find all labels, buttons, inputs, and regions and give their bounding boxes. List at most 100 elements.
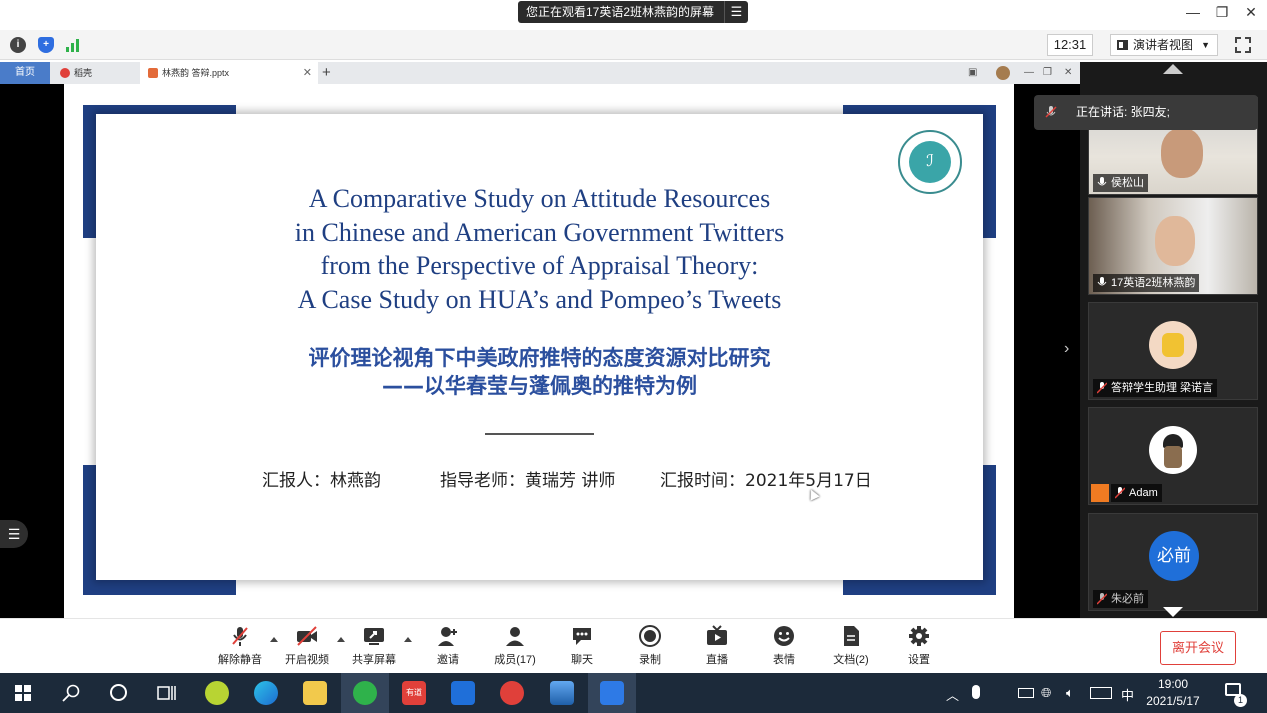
tencent-meeting-icon[interactable] [600, 681, 624, 705]
edge-icon[interactable] [254, 681, 278, 705]
unmute-button[interactable]: 解除静音 [210, 625, 270, 667]
participant-tile[interactable]: 17英语2班林燕韵 [1088, 197, 1258, 295]
pptx-icon [148, 68, 158, 78]
mic-muted-icon [1045, 106, 1057, 118]
notification-badge: 1 [1234, 694, 1247, 707]
fullscreen-icon[interactable] [1235, 37, 1251, 53]
record-button[interactable]: 录制 [620, 625, 680, 667]
mic-icon [1097, 277, 1107, 286]
slide-title-en: A Comparative Study on Attitude Resource… [96, 182, 983, 316]
volume-icon[interactable]: 🔈︎ [1066, 685, 1074, 701]
search-icon[interactable] [62, 684, 80, 707]
live-button[interactable]: 直播 [687, 625, 747, 667]
scroll-down-icon[interactable] [1163, 607, 1183, 617]
restore-icon[interactable]: ❐ [1212, 4, 1232, 21]
document-icon [844, 626, 859, 646]
emoji-icon [774, 626, 794, 646]
speaking-text: 正在讲话: 张四友; [1076, 105, 1171, 119]
toolbar-toggle-icon[interactable]: ☰ [0, 520, 28, 548]
invite-button[interactable]: 邀请 [418, 625, 478, 667]
emoji-button[interactable]: 表情 [754, 625, 814, 667]
minimize-icon[interactable]: — [1183, 4, 1203, 20]
screen: 您正在观看17英语2班林燕韵的屏幕 ☰ — ❐ ✕ i + 12:31 演讲者视… [0, 0, 1267, 713]
info-icon[interactable]: i [10, 37, 26, 53]
slide: ℐ A Comparative Study on Attitude Resour… [96, 114, 983, 580]
user-avatar-icon[interactable] [996, 66, 1010, 80]
youdao-icon[interactable]: 有道 [402, 681, 426, 705]
task-view-icon[interactable] [157, 684, 177, 707]
slide-reporter: 汇报人：林燕韵 [262, 471, 381, 491]
title-en-line: from the Perspective of Appraisal Theory… [320, 251, 759, 280]
wps-icon[interactable] [451, 681, 475, 705]
documents-button[interactable]: 文档(2) [821, 625, 881, 667]
title-cn-line: ——以华春莹与蓬佩奥的推特为例 [382, 374, 697, 398]
browser-app-icon[interactable] [205, 681, 229, 705]
share-options-caret[interactable] [404, 637, 412, 642]
tab-docer[interactable]: 稻壳 [52, 62, 140, 84]
scroll-up-icon[interactable] [1163, 64, 1183, 74]
hamburger-icon[interactable]: ☰ [724, 1, 748, 23]
participant-tile[interactable]: Adam [1088, 407, 1258, 505]
battery-icon[interactable] [1018, 688, 1034, 698]
participant-tile[interactable]: 必前 朱必前 [1088, 513, 1258, 611]
members-button[interactable]: 成员(17) [485, 625, 545, 667]
window-mode-icon[interactable]: ▣ [968, 62, 977, 84]
seal-emblem-icon: ℐ [926, 151, 934, 170]
camera-off-icon [297, 626, 317, 646]
title-en-line: A Case Study on HUA’s and Pompeo’s Tweet… [297, 284, 782, 314]
mic-icon[interactable] [972, 685, 980, 699]
ime-indicator[interactable]: 中 [1121, 685, 1134, 704]
windows-start-icon[interactable] [15, 685, 31, 706]
mic-muted-icon [1097, 593, 1107, 605]
chevron-right-icon[interactable]: › [1064, 340, 1069, 358]
start-video-button[interactable]: 开启视频 [277, 625, 337, 667]
close-icon[interactable]: ✕ [1241, 4, 1261, 21]
participant-name: 答辩学生助理 梁诺言 [1093, 379, 1218, 397]
taskbar: 有道 ︿ 🌐︎ 🔈︎ 中 19:00 2021/5/17 1 [0, 673, 1267, 713]
view-layout-icon [1117, 40, 1128, 50]
participant-avatar [1149, 426, 1197, 474]
meeting-clock: 12:31 [1047, 34, 1093, 56]
taskbar-date: 2021/5/17 [1146, 694, 1200, 708]
keyboard-icon[interactable] [1090, 687, 1112, 699]
speaking-indicator: 正在讲话: 张四友; [1034, 95, 1258, 130]
minimize-icon[interactable]: — [1024, 62, 1034, 84]
title-en-line: A Comparative Study on Attitude Resource… [308, 184, 771, 213]
slide-title-cn: 评价理论视角下中美政府推特的态度资源对比研究 ——以华春莹与蓬佩奥的推特为例 [96, 344, 983, 400]
tray-expand-icon[interactable]: ︿ [946, 685, 959, 704]
meeting-toolbar: i + 12:31 演讲者视图 ▼ [0, 30, 1267, 60]
live-icon [707, 625, 727, 645]
participant-name: 朱必前 [1093, 590, 1148, 608]
participant-avatar [1149, 321, 1197, 369]
settings-icon [909, 626, 929, 646]
share-screen-icon [364, 628, 384, 645]
share-screen-button[interactable]: 共享屏幕 [344, 625, 404, 667]
tab-pptx-label: 林燕韵 答辩.pptx [162, 68, 230, 78]
tab-home[interactable]: 首页 [0, 62, 50, 84]
file-explorer-icon[interactable] [303, 681, 327, 705]
wechat-icon[interactable] [353, 681, 377, 705]
chat-button[interactable]: 聊天 [552, 625, 612, 667]
tab-pptx[interactable]: 林燕韵 答辩.pptx ✕ [140, 62, 318, 84]
leave-meeting-button[interactable]: 离开会议 [1160, 631, 1236, 665]
mic-muted-icon [1115, 487, 1125, 499]
participant-initials: 必前 [1149, 531, 1199, 581]
cortana-icon[interactable] [110, 684, 127, 701]
watching-banner-text: 您正在观看17英语2班林燕韵的屏幕 [526, 5, 715, 19]
participant-name: 侯松山 [1093, 174, 1148, 192]
close-tab-icon[interactable]: ✕ [303, 62, 312, 84]
restore-icon[interactable]: ❐ [1043, 62, 1052, 84]
view-mode-select[interactable]: 演讲者视图 ▼ [1110, 34, 1218, 56]
taskbar-clock[interactable]: 19:00 2021/5/17 [1138, 676, 1208, 710]
chat-icon [573, 628, 591, 645]
close-icon[interactable]: ✕ [1064, 62, 1072, 84]
new-tab-icon[interactable]: + [322, 62, 331, 84]
participant-tile[interactable]: 答辩学生助理 梁诺言 [1088, 302, 1258, 400]
slide-divider [485, 433, 594, 435]
signal-icon[interactable] [65, 38, 81, 57]
shield-icon[interactable]: + [38, 37, 54, 53]
netease-music-icon[interactable] [500, 681, 524, 705]
globe-icon[interactable]: 🌐︎ [1041, 685, 1051, 701]
photos-icon[interactable] [550, 681, 574, 705]
settings-button[interactable]: 设置 [889, 625, 949, 667]
